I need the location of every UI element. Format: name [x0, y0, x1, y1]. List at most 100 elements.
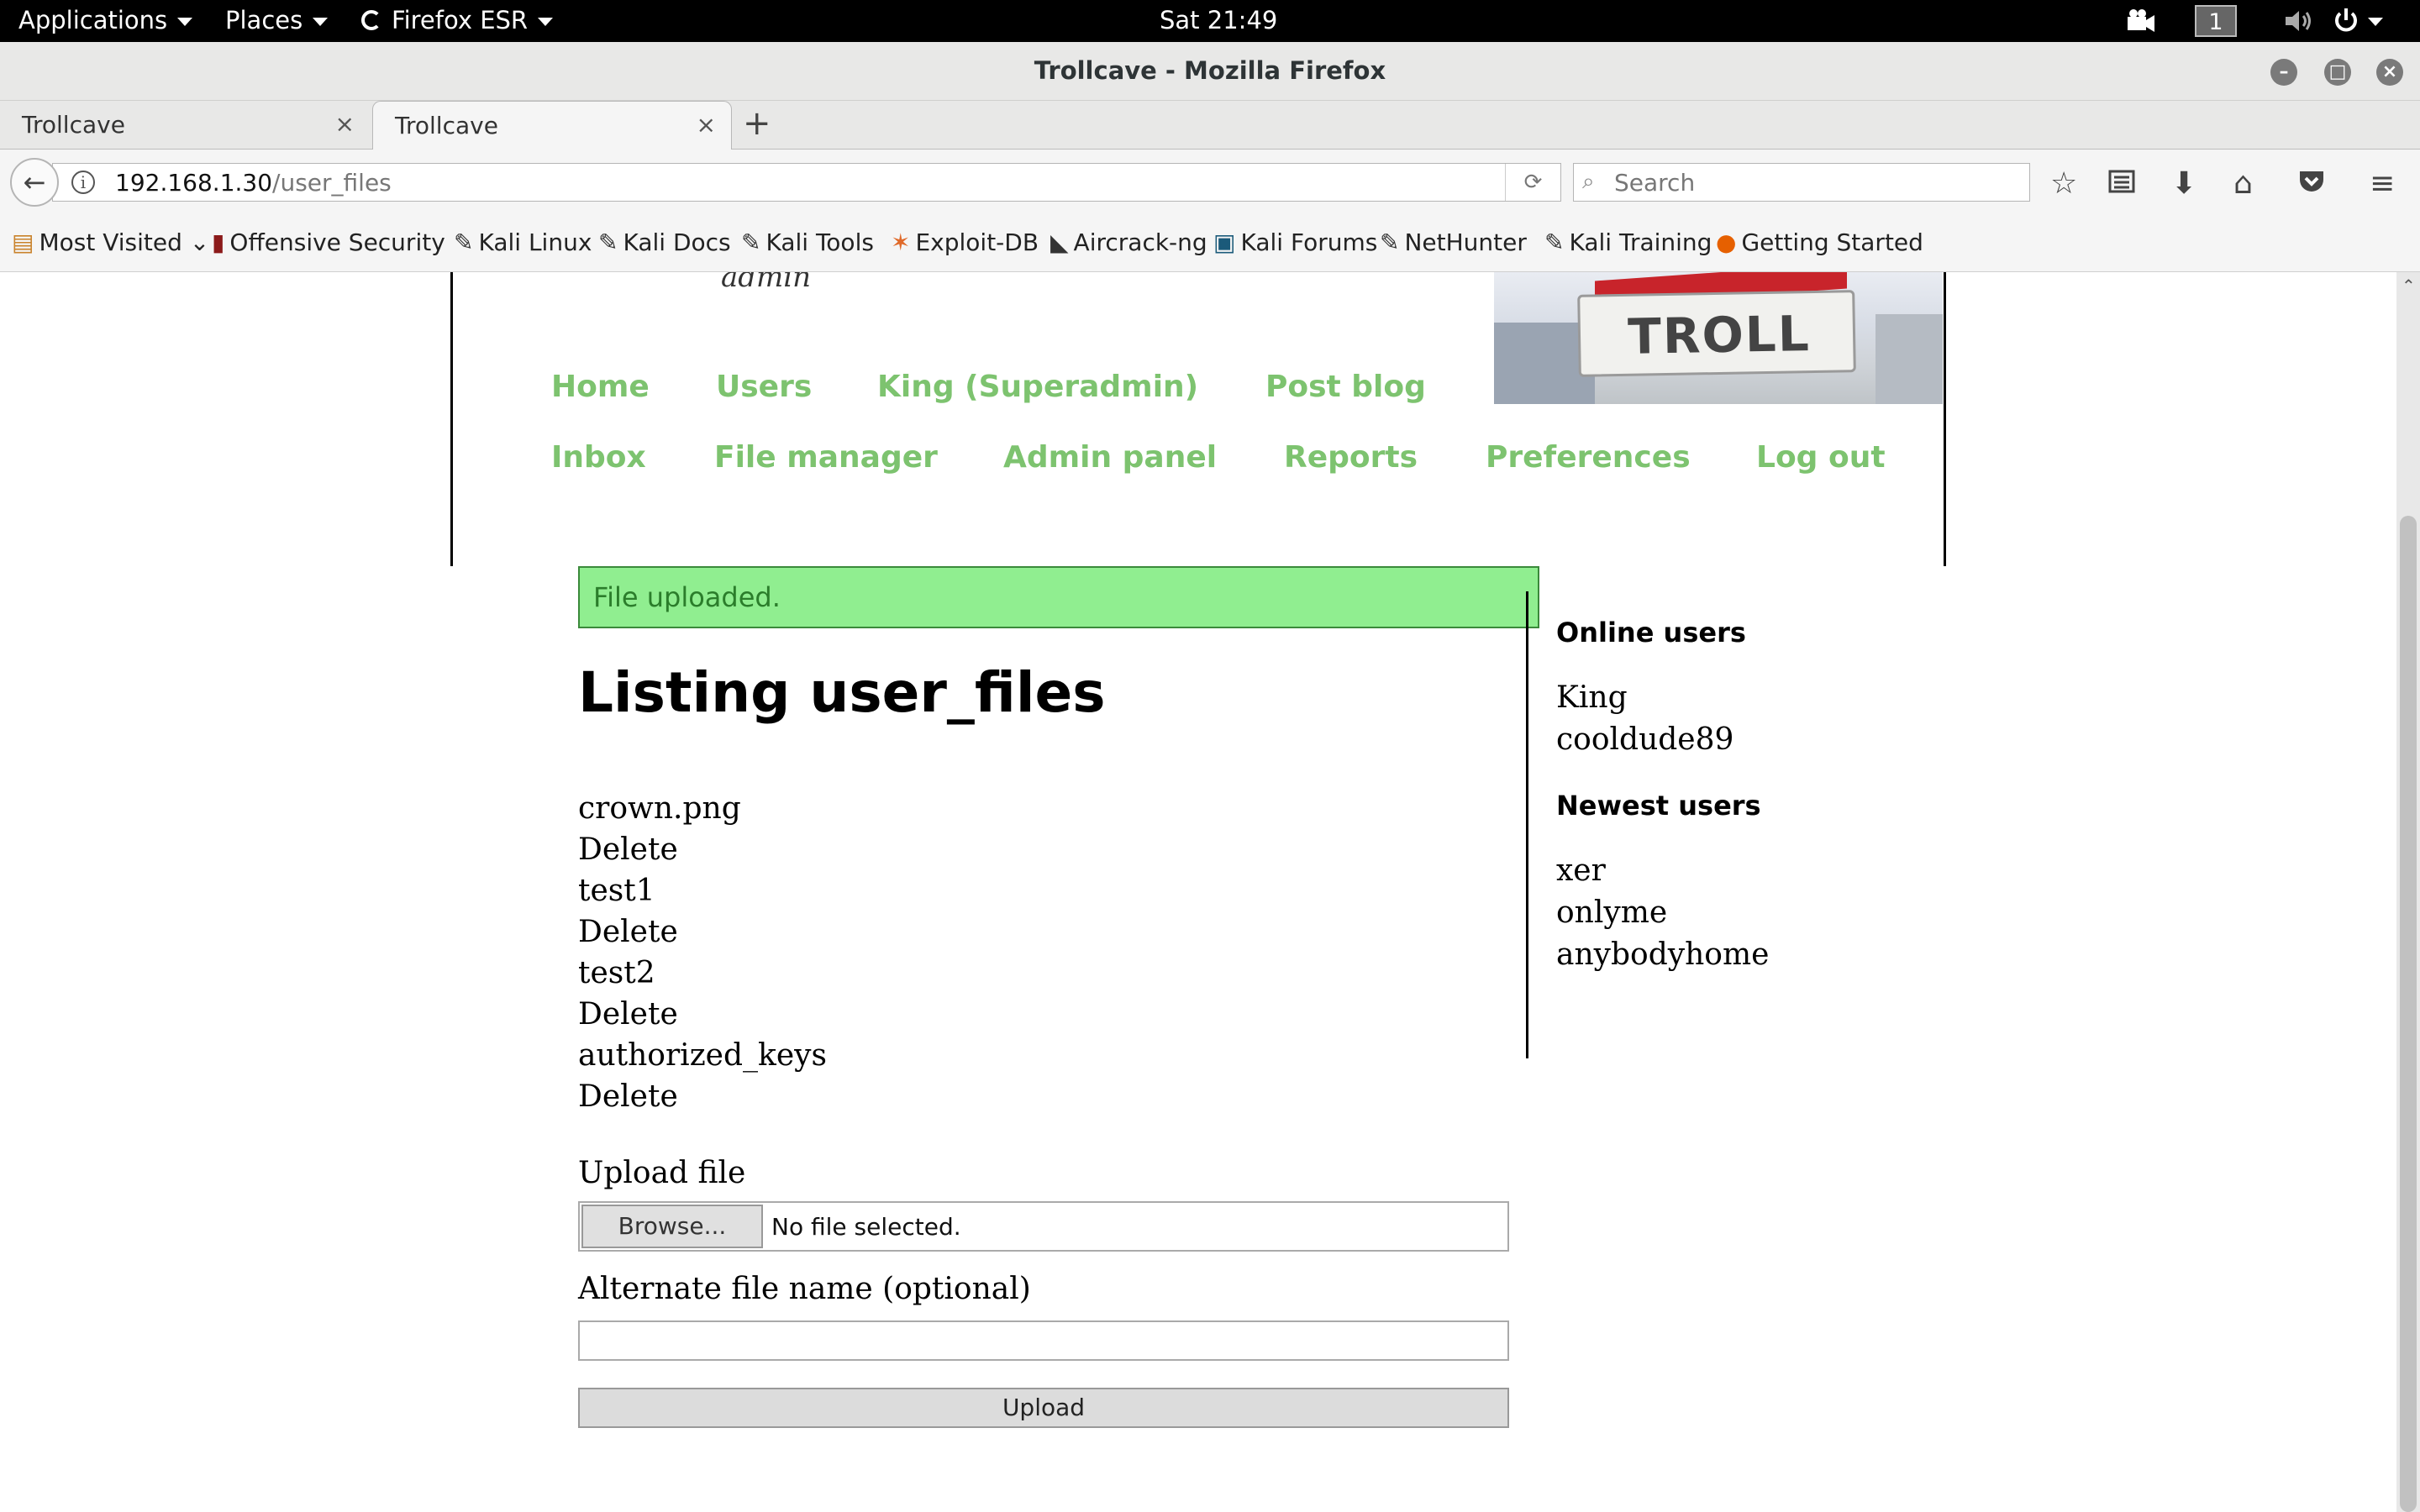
gnome-top-bar: Applications Places Firefox ESR Sat 21:4… — [0, 0, 2420, 42]
troll-banner-image: TROLL — [1494, 272, 1943, 404]
close-tab-icon[interactable]: × — [335, 110, 355, 138]
bookmark-kali-docs[interactable]: ✎ Kali Docs — [598, 228, 731, 256]
maximize-icon[interactable]: □ — [2324, 59, 2351, 86]
close-window-icon[interactable]: × — [2376, 59, 2403, 86]
bookmark-offensive-security[interactable]: ▮ Offensive Security — [212, 228, 445, 256]
pocket-icon[interactable] — [2297, 168, 2326, 202]
file-name: authorized_keys — [578, 1038, 827, 1073]
kali-icon: ✎ — [454, 228, 474, 256]
bookmark-label: Getting Started — [1741, 228, 1923, 256]
firefox-app-menu[interactable]: Firefox ESR — [361, 6, 554, 34]
file-name: crown.png — [578, 791, 741, 826]
nav-king-superadmin[interactable]: King (Superadmin) — [877, 370, 1198, 404]
upload-file-label: Upload file — [578, 1156, 746, 1190]
minimize-icon[interactable]: – — [2270, 59, 2297, 86]
nav-log-out[interactable]: Log out — [1756, 440, 1886, 475]
file-name: test1 — [578, 874, 655, 908]
bookmark-label: Kali Forums — [1240, 228, 1378, 256]
bookmark-kali-training[interactable]: ✎ Kali Training — [1544, 228, 1712, 256]
bookmark-kali-forums[interactable]: ▣ Kali Forums — [1213, 228, 1377, 256]
nav-file-manager[interactable]: File manager — [714, 440, 938, 475]
tab-label: Trollcave — [22, 111, 125, 139]
nav-preferences[interactable]: Preferences — [1486, 440, 1691, 475]
nav-admin-panel[interactable]: Admin panel — [1003, 440, 1217, 475]
back-button[interactable]: ← — [10, 158, 59, 207]
firefox-icon: ● — [1716, 228, 1737, 256]
reading-list-icon[interactable] — [2107, 168, 2136, 202]
delete-link[interactable]: Delete — [578, 1076, 827, 1117]
download-icon[interactable]: ⬇ — [2171, 166, 2196, 201]
new-tab-icon[interactable]: + — [743, 104, 771, 143]
delete-link[interactable]: Delete — [578, 829, 827, 870]
volume-icon[interactable] — [2284, 8, 2316, 39]
delete-link[interactable]: Delete — [578, 911, 827, 953]
newest-users-heading: Newest users — [1556, 790, 1761, 822]
nav-home[interactable]: Home — [551, 370, 650, 404]
home-icon[interactable]: ⌂ — [2233, 166, 2253, 201]
tab-trollcave-1[interactable]: Trollcave × — [0, 101, 370, 150]
chevron-down-icon: ⌄ — [182, 228, 210, 256]
page-scrollbar[interactable]: ⌃ — [2396, 272, 2420, 1512]
close-tab-icon[interactable]: × — [697, 111, 716, 139]
bookmark-label: Kali Linux — [478, 228, 592, 256]
bookmark-getting-started[interactable]: ● Getting Started — [1716, 228, 1923, 256]
bookmark-most-visited[interactable]: ▤ Most Visited ⌄ — [12, 228, 209, 256]
file-input[interactable]: Browse... No file selected. — [578, 1201, 1509, 1252]
alternate-file-name-label: Alternate file name (optional) — [578, 1272, 1031, 1306]
browse-button[interactable]: Browse... — [581, 1205, 763, 1248]
page-title: Listing user_files — [578, 660, 1106, 725]
offsec-icon: ▮ — [212, 228, 225, 256]
workspace-indicator[interactable]: 1 — [2195, 5, 2237, 37]
aircrack-icon: ◣ — [1050, 228, 1069, 256]
clock[interactable]: Sat 21:49 — [1160, 6, 1277, 34]
bookmark-label: Kali Training — [1569, 228, 1712, 256]
tab-trollcave-2[interactable]: Trollcave × — [372, 101, 732, 150]
bookmark-label: Offensive Security — [229, 228, 445, 256]
scrollbar-thumb[interactable] — [2400, 516, 2417, 1512]
bookmark-aircrack-ng[interactable]: ◣ Aircrack-ng — [1050, 228, 1207, 256]
hamburger-menu-icon[interactable]: ≡ — [2370, 166, 2395, 201]
delete-link[interactable]: Delete — [578, 994, 827, 1035]
url-bar[interactable]: i 192.168.1.30/user_files ⟳ — [52, 163, 1561, 202]
bookmark-label: Exploit-DB — [915, 228, 1039, 256]
flash-message: File uploaded. — [578, 566, 1539, 628]
user-role: admin — [721, 272, 812, 294]
upload-button[interactable]: Upload — [578, 1388, 1509, 1428]
file-list: crown.png Delete test1 Delete test2 Dele… — [578, 788, 827, 1117]
camera-icon[interactable] — [2126, 8, 2156, 39]
firefox-icon — [361, 10, 381, 30]
bookmark-label: Kali Tools — [765, 228, 874, 256]
bookmark-label: Most Visited — [39, 228, 182, 256]
chevron-down-icon — [538, 18, 554, 26]
troll-sign-text: TROLL — [1627, 305, 1812, 365]
bookmark-label: NetHunter — [1404, 228, 1527, 256]
info-icon[interactable]: i — [71, 171, 95, 194]
sidebar-divider — [1526, 591, 1528, 1058]
scroll-up-icon[interactable]: ⌃ — [2402, 276, 2416, 296]
search-placeholder: Search — [1614, 169, 1696, 197]
chevron-down-icon — [2368, 18, 2383, 26]
alternate-file-name-input[interactable] — [578, 1320, 1509, 1361]
online-user: cooldude89 — [1556, 722, 1734, 757]
window-titlebar: Trollcave - Mozilla Firefox – □ × — [0, 42, 2420, 101]
nav-reports[interactable]: Reports — [1284, 440, 1418, 475]
online-users-heading: Online users — [1556, 617, 1746, 648]
url-path: /user_files — [272, 169, 392, 197]
bookmark-nethunter[interactable]: ✎ NetHunter — [1380, 228, 1527, 256]
bookmark-star-icon[interactable]: ☆ — [2050, 166, 2077, 201]
bookmark-kali-tools[interactable]: ✎ Kali Tools — [741, 228, 874, 256]
url-text[interactable]: 192.168.1.30/user_files — [115, 169, 392, 197]
bookmark-kali-linux[interactable]: ✎ Kali Linux — [454, 228, 592, 256]
nav-users[interactable]: Users — [716, 370, 812, 404]
window-title: Trollcave - Mozilla Firefox — [1034, 56, 1386, 85]
newest-user: onlyme — [1556, 895, 1668, 930]
nav-inbox[interactable]: Inbox — [551, 440, 646, 475]
banner-background — [1876, 314, 1943, 404]
nav-post-blog[interactable]: Post blog — [1265, 370, 1426, 404]
bookmark-exploit-db[interactable]: ✶ Exploit-DB — [891, 228, 1039, 256]
reload-icon[interactable]: ⟳ — [1505, 164, 1560, 201]
applications-menu[interactable]: Applications — [18, 6, 193, 34]
places-menu[interactable]: Places — [225, 6, 329, 34]
search-input[interactable]: ⌕ Search — [1573, 163, 2030, 202]
power-menu[interactable] — [2333, 7, 2383, 34]
